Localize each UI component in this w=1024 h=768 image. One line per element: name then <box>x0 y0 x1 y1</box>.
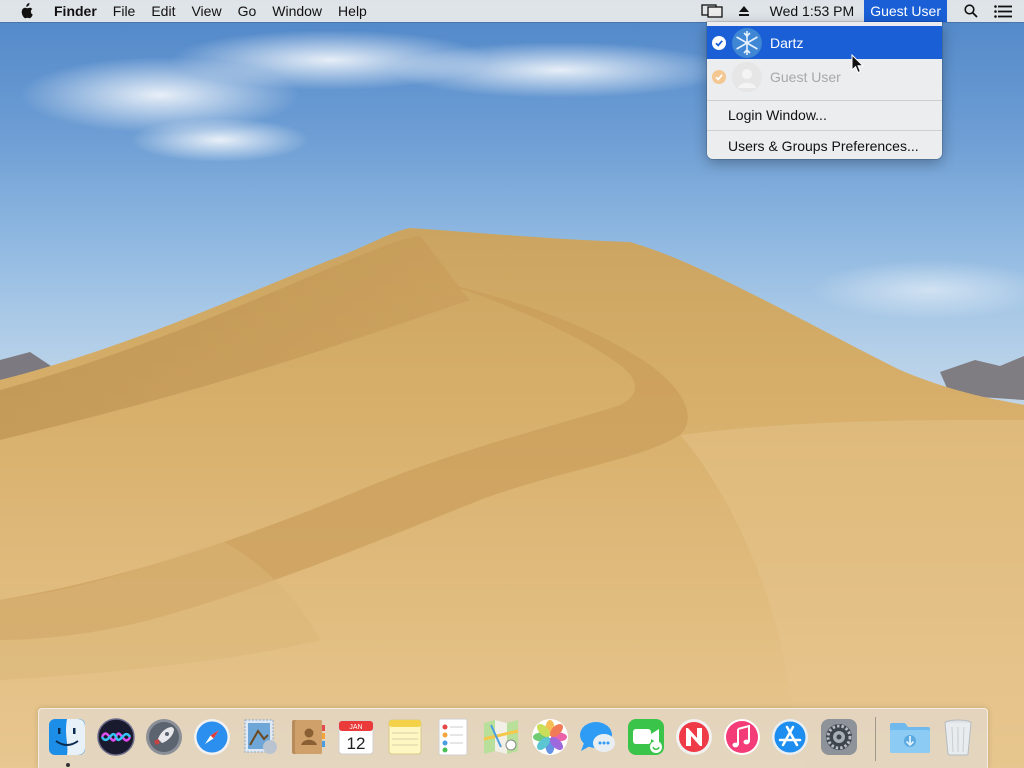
dock-maps[interactable] <box>481 717 521 757</box>
calendar-icon: JAN 12 <box>338 720 374 755</box>
fast-user-switching-menu[interactable]: Guest User <box>864 0 947 22</box>
menu-separator <box>707 130 942 131</box>
notification-center-icon[interactable] <box>992 0 1014 22</box>
dock-calendar[interactable]: JAN 12 <box>336 717 376 757</box>
menu-separator <box>707 100 942 101</box>
dock-contacts[interactable] <box>288 717 328 757</box>
dock-notes[interactable] <box>385 717 425 757</box>
users-groups-preferences-item[interactable]: Users & Groups Preferences... <box>728 136 919 156</box>
check-icon <box>712 70 726 84</box>
dock-mail[interactable] <box>240 717 280 757</box>
menu-edit[interactable]: Edit <box>143 0 183 22</box>
apple-icon <box>21 3 33 19</box>
dock-separator <box>875 717 876 761</box>
dock-reminders[interactable] <box>433 717 473 757</box>
notes-pad-icon <box>388 719 422 755</box>
dock: JAN 12 <box>38 708 988 768</box>
running-indicator-dot <box>66 763 70 767</box>
downloads-folder-icon <box>890 723 930 753</box>
finder-icon <box>49 719 85 755</box>
dock-trash[interactable] <box>938 717 978 757</box>
messages-bubble-icon <box>580 722 615 752</box>
safari-compass-icon <box>194 719 230 755</box>
dock-app-store[interactable] <box>770 717 810 757</box>
spotlight-search-icon[interactable] <box>960 0 982 22</box>
user-menu-item-guest-user: Guest User <box>707 61 942 93</box>
mail-stamp-icon <box>244 719 277 754</box>
reminders-list-icon <box>438 718 468 756</box>
user-menu-label-guest-user: Guest User <box>770 69 841 85</box>
dock-launchpad[interactable] <box>144 717 184 757</box>
user-switch-dropdown: Dartz Guest User Login Window... Users &… <box>707 22 942 159</box>
maps-icon <box>483 720 519 754</box>
menu-window[interactable]: Window <box>264 0 330 22</box>
siri-icon <box>97 718 135 756</box>
user-menu-item-dartz[interactable]: Dartz <box>707 26 942 59</box>
app-name-finder[interactable]: Finder <box>44 0 105 22</box>
system-preferences-gear-icon <box>821 719 857 755</box>
itunes-music-note-icon <box>724 719 760 755</box>
dock-news[interactable] <box>674 717 714 757</box>
dock-photos[interactable] <box>530 717 570 757</box>
dock-downloads-stack[interactable] <box>888 717 930 757</box>
news-icon <box>676 719 712 755</box>
login-window-item[interactable]: Login Window... <box>728 105 827 125</box>
photos-flower-icon <box>532 719 568 755</box>
menu-file[interactable]: File <box>105 0 144 22</box>
menu-bar: Finder File Edit View Go Window Help Wed… <box>0 0 1024 22</box>
apple-menu[interactable] <box>0 0 44 22</box>
calendar-month: JAN <box>349 724 362 731</box>
dock-facetime[interactable] <box>626 717 666 757</box>
dock-messages[interactable] <box>578 717 618 757</box>
airplay-display-icon[interactable] <box>700 0 723 22</box>
calendar-day: 12 <box>347 734 366 753</box>
app-store-icon <box>772 719 808 755</box>
menu-go[interactable]: Go <box>230 0 265 22</box>
user-menu-label-dartz: Dartz <box>770 34 804 51</box>
menu-bar-clock[interactable]: Wed 1:53 PM <box>760 0 865 22</box>
facetime-camera-icon <box>628 719 664 755</box>
dock-siri[interactable] <box>96 717 136 757</box>
desktop[interactable]: Finder File Edit View Go Window Help Wed… <box>0 0 1024 768</box>
launchpad-rocket-icon <box>146 719 182 755</box>
dock-system-preferences[interactable] <box>819 717 859 757</box>
contacts-book-icon <box>292 720 325 754</box>
menu-bar-extras: Wed 1:53 PM Guest User <box>696 0 1024 22</box>
dock-itunes[interactable] <box>722 717 762 757</box>
eject-icon[interactable] <box>733 0 755 22</box>
dock-finder[interactable] <box>47 717 87 757</box>
dock-safari[interactable] <box>192 717 232 757</box>
menu-view[interactable]: View <box>183 0 229 22</box>
mouse-pointer-icon <box>851 54 865 74</box>
trash-can-icon <box>944 719 972 756</box>
check-icon <box>712 35 726 50</box>
guest-avatar-icon <box>732 62 762 92</box>
menu-help[interactable]: Help <box>330 0 375 22</box>
snowflake-avatar-icon <box>732 27 762 58</box>
